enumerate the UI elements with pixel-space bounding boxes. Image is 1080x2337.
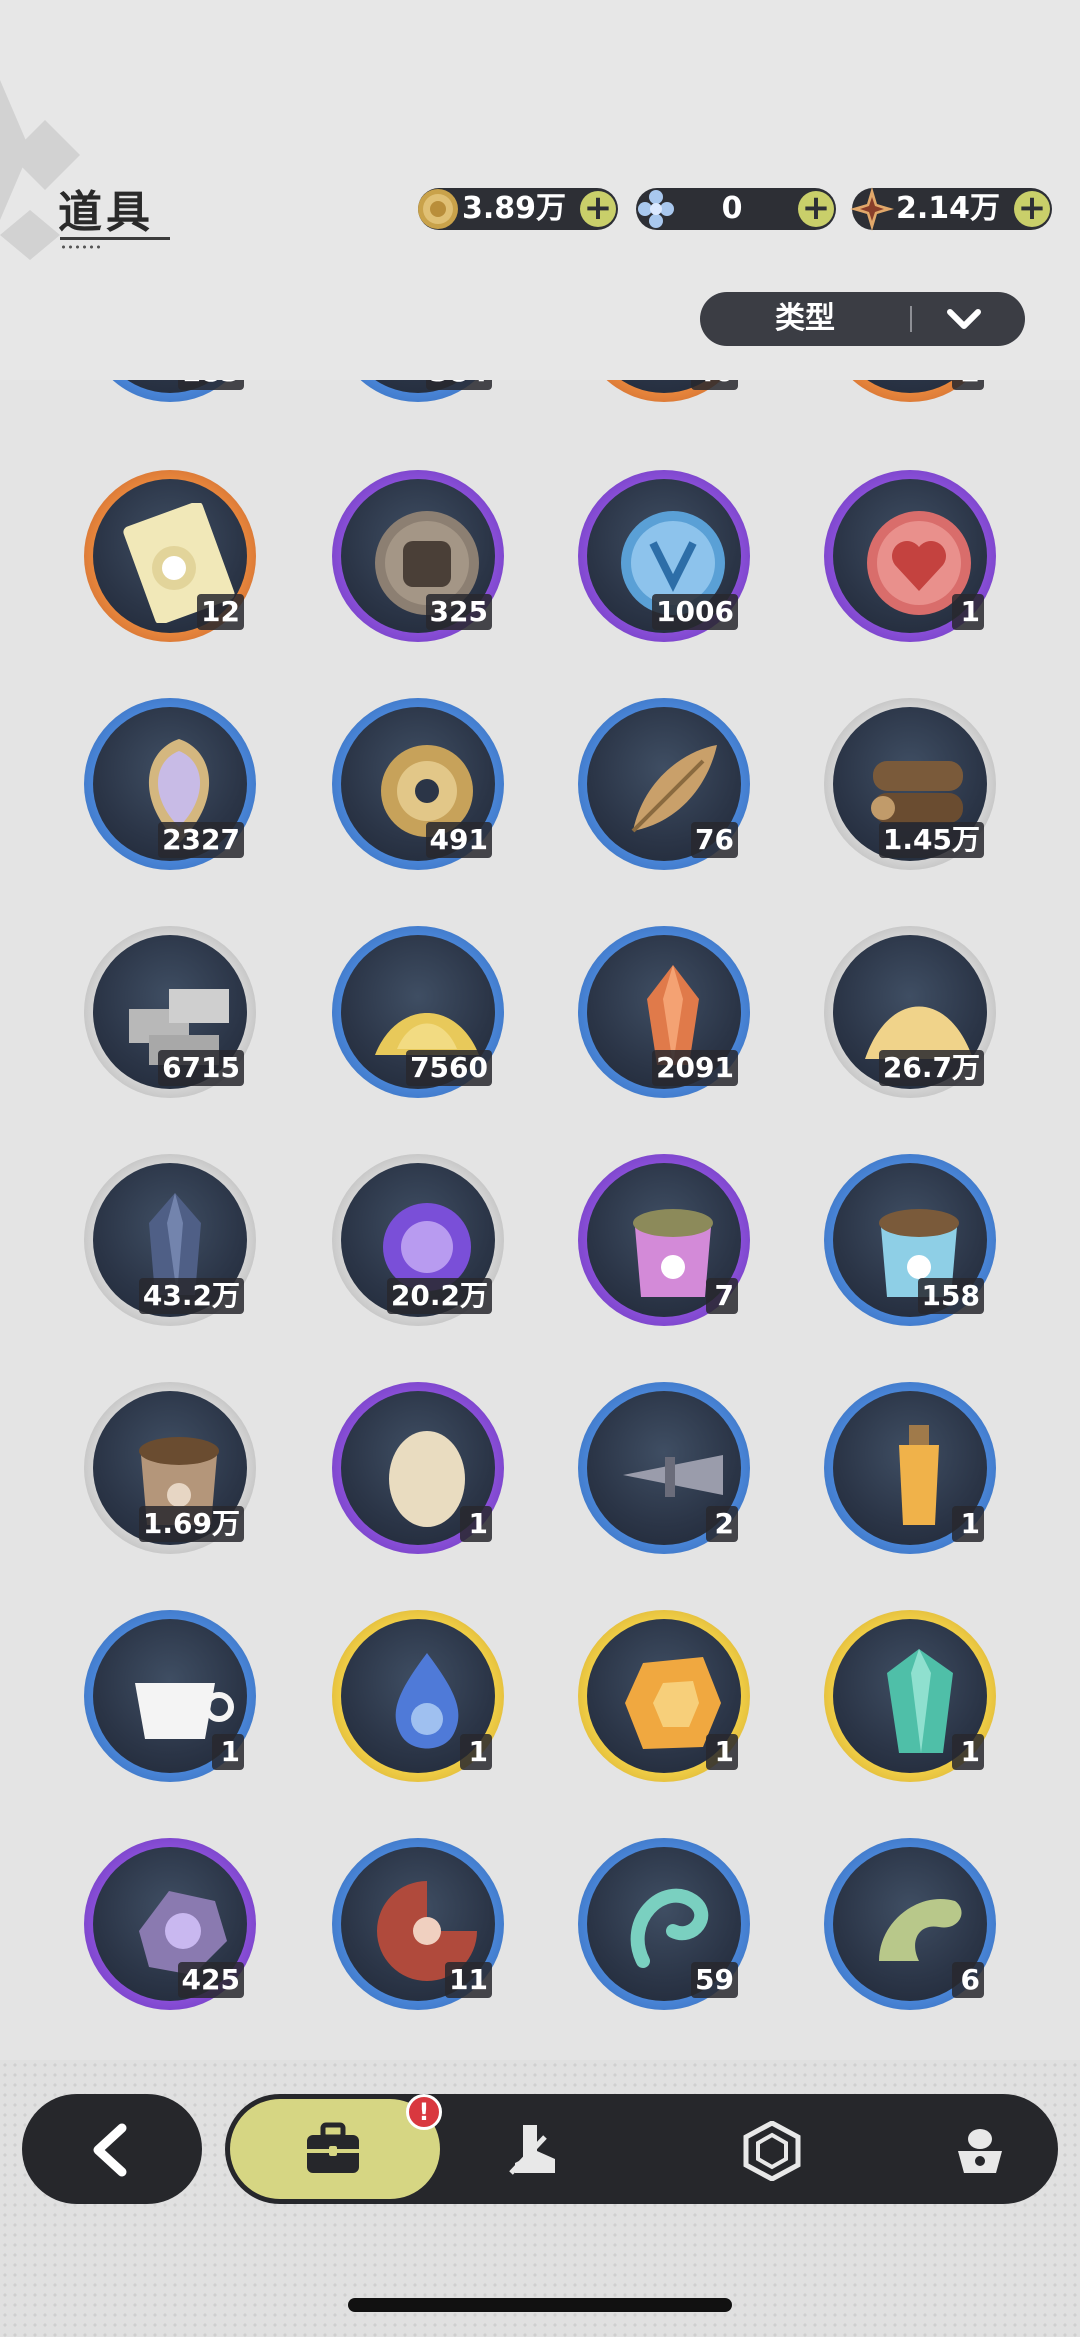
item-count: 425	[177, 1962, 244, 1998]
inventory-item[interactable]: 491	[332, 698, 504, 870]
home-indicator	[348, 2298, 732, 2312]
inventory-item[interactable]: 26.7万	[824, 926, 996, 1098]
item-count: 2327	[158, 822, 244, 858]
inventory-item[interactable]: 1	[824, 470, 996, 642]
item-count: 20.2万	[386, 1278, 492, 1314]
item-count: 2091	[652, 1050, 738, 1086]
inventory-item[interactable]: 40	[578, 380, 750, 402]
type-filter-label: 类型	[775, 301, 835, 336]
dropdown-divider	[910, 306, 912, 332]
inventory-item[interactable]: 59	[578, 1838, 750, 2010]
inventory-item[interactable]: 20.2万	[332, 1154, 504, 1326]
item-count: 11	[445, 1962, 492, 1998]
inventory-item[interactable]: 12	[84, 470, 256, 642]
back-button[interactable]	[22, 2094, 202, 2204]
inventory-item[interactable]: 7560	[332, 926, 504, 1098]
currency-gold: 3.89万 +	[418, 188, 618, 230]
item-count: 1.45万	[878, 822, 984, 858]
inventory-item[interactable]: 1.45万	[824, 698, 996, 870]
item-count: 12	[197, 594, 244, 630]
currency-crystal-value: 0	[721, 191, 743, 226]
inventory-item[interactable]: 1	[824, 1610, 996, 1782]
item-count: 2	[952, 380, 984, 390]
inventory-item[interactable]: 325	[332, 470, 504, 642]
inventory-item[interactable]: 1006	[578, 470, 750, 642]
title-dots	[60, 245, 104, 249]
title-underline	[60, 237, 170, 240]
item-count: 76	[691, 822, 738, 858]
gem-icon	[743, 2121, 801, 2181]
item-count: 1	[952, 1734, 984, 1770]
item-count: 1.69万	[138, 1506, 244, 1542]
inventory-item[interactable]: 425	[84, 1838, 256, 2010]
item-count: 384	[425, 380, 492, 390]
inventory-item[interactable]: 384	[332, 380, 504, 402]
item-count: 158	[917, 1278, 984, 1314]
inventory-item[interactable]: 1	[824, 1382, 996, 1554]
item-count: 1	[212, 1734, 244, 1770]
inventory-item[interactable]: 158	[824, 1154, 996, 1326]
currency-gold-value: 3.89万	[461, 191, 567, 226]
inventory-item[interactable]: 2	[578, 1382, 750, 1554]
header: 道具 3.89万 + 0 + 2.14万 + 类型	[0, 0, 1080, 380]
item-count: 7	[706, 1278, 738, 1314]
tab-gems[interactable]	[672, 2094, 872, 2204]
inventory-item[interactable]: 183	[84, 380, 256, 402]
briefcase-icon	[307, 2122, 359, 2173]
boot-sword-icon	[509, 2125, 555, 2175]
inventory-item[interactable]: 2327	[84, 698, 256, 870]
currency-star: 2.14万 +	[850, 187, 1052, 231]
inventory-item[interactable]: 2	[824, 380, 996, 402]
item-count: 1	[952, 594, 984, 630]
inventory-item[interactable]: 76	[578, 698, 750, 870]
type-filter-dropdown[interactable]: 类型	[700, 292, 1025, 346]
add-crystal-button[interactable]: +	[798, 191, 834, 227]
inventory-item[interactable]: 2091	[578, 926, 750, 1098]
dessert-icon	[958, 2129, 1002, 2173]
currency-crystal: 0 +	[636, 188, 836, 230]
inventory-item[interactable]: 1	[332, 1610, 504, 1782]
inventory-item[interactable]: 6	[824, 1838, 996, 2010]
tab-food[interactable]	[880, 2094, 1080, 2204]
item-count: 325	[425, 594, 492, 630]
item-count: 26.7万	[878, 1050, 984, 1086]
inventory-item[interactable]: 1	[578, 1610, 750, 1782]
tab-equipment[interactable]	[437, 2094, 637, 2204]
inventory-item[interactable]: 6715	[84, 926, 256, 1098]
item-count: 40	[691, 380, 738, 390]
item-count: 1	[706, 1734, 738, 1770]
inventory-item[interactable]: 7	[578, 1154, 750, 1326]
currency-star-value: 2.14万	[895, 191, 1001, 226]
chevron-left-icon	[93, 2123, 127, 2177]
item-count: 7560	[406, 1050, 492, 1086]
add-star-button[interactable]: +	[1014, 191, 1050, 227]
inventory-item[interactable]: 11	[332, 1838, 504, 2010]
inventory-item[interactable]: 43.2万	[84, 1154, 256, 1326]
page-title: 道具	[58, 187, 154, 238]
inventory-item[interactable]: 1	[332, 1382, 504, 1554]
item-count: 43.2万	[138, 1278, 244, 1314]
inventory-item[interactable]: 1	[84, 1610, 256, 1782]
item-grid: 18338440212325100612327491761.45万6715756…	[0, 380, 1080, 2060]
item-count: 6	[952, 1962, 984, 1998]
item-count: 491	[425, 822, 492, 858]
item-count: 2	[706, 1506, 738, 1542]
add-gold-button[interactable]: +	[580, 191, 616, 227]
item-count: 183	[177, 380, 244, 390]
inventory-item[interactable]: 1.69万	[84, 1382, 256, 1554]
item-count: 6715	[158, 1050, 244, 1086]
item-count: 1006	[652, 594, 738, 630]
chevron-down-icon	[947, 309, 981, 329]
item-count: 1	[952, 1506, 984, 1542]
item-count: 1	[460, 1506, 492, 1542]
item-count: 1	[460, 1734, 492, 1770]
item-count: 59	[691, 1962, 738, 1998]
